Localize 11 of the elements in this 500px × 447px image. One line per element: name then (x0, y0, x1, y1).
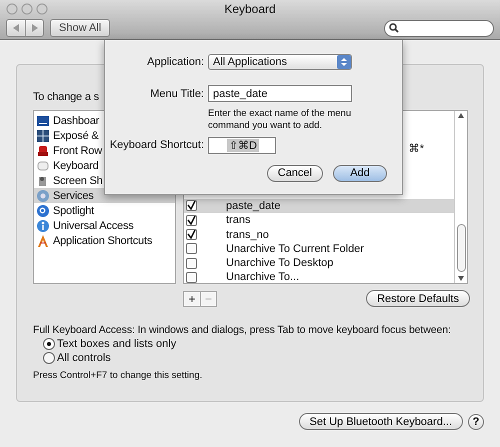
shortcut-text: ⌘* (408, 142, 424, 156)
field-label: Menu Title: (149, 88, 204, 100)
hint-text: Enter the exact name of the menu command you want to add. (208, 108, 352, 132)
radio-label: All controls (57, 352, 111, 364)
full-keyboard-access-label: Full Keyboard Access: In windows and dialogs, press Tab to move keyboard focus between: (33, 324, 452, 336)
field-label: Keyboard Shortcut: (108, 139, 204, 152)
note-text: Press Control+F7 to change this setting. (33, 370, 204, 381)
radio-label: Text boxes and lists only (57, 338, 176, 350)
window-title: Keyboard (223, 2, 277, 16)
field-label: Application: (146, 56, 204, 68)
instruction-text: To change a s (33, 91, 99, 103)
